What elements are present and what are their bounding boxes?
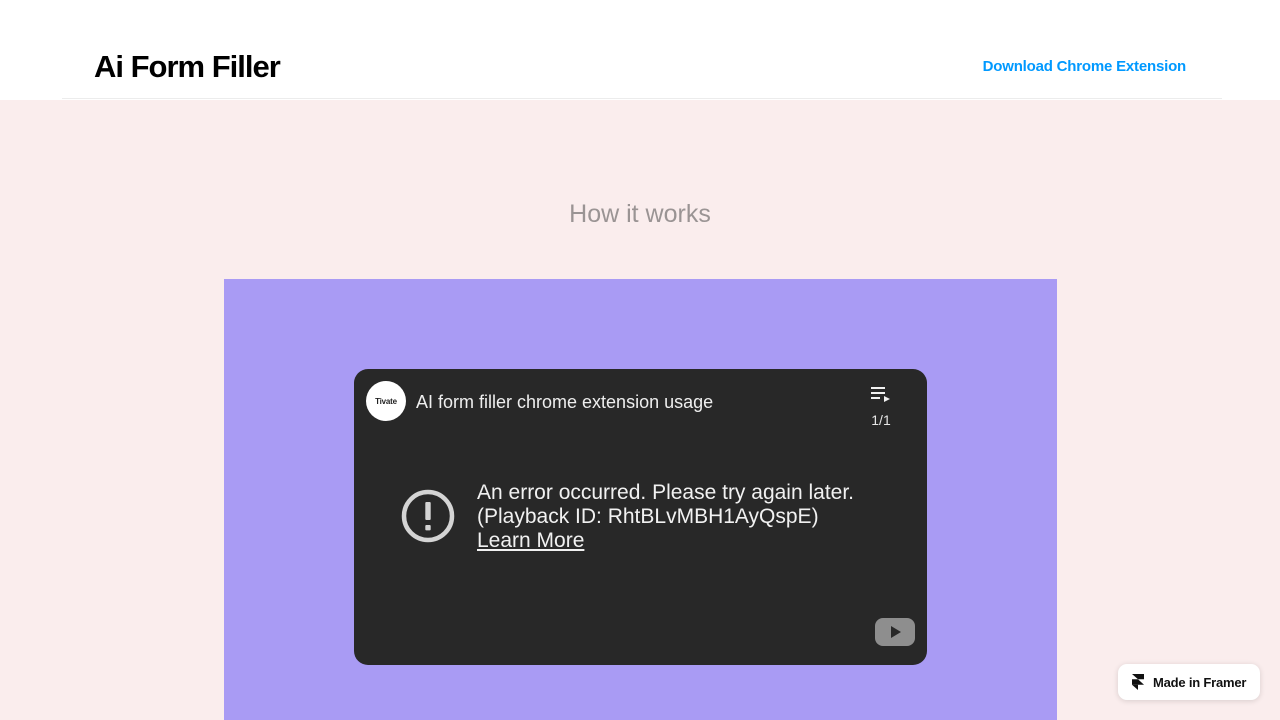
error-message-block: An error occurred. Please try again late… <box>477 481 854 553</box>
video-player[interactable]: Tivate AI form filler chrome extension u… <box>354 369 927 665</box>
download-chrome-extension-link[interactable]: Download Chrome Extension <box>983 57 1187 77</box>
youtube-logo-icon[interactable] <box>874 617 916 647</box>
channel-avatar-text: Tivate <box>375 396 397 406</box>
playlist-count: 1/1 <box>871 412 891 428</box>
playback-id: (Playback ID: RhtBLvMBH1AyQspE) <box>477 505 819 528</box>
made-in-framer-badge[interactable]: Made in Framer <box>1118 664 1260 700</box>
site-logo[interactable]: Ai Form Filler <box>94 48 281 86</box>
section-title: How it works <box>569 200 711 228</box>
error-message: An error occurred. Please try again late… <box>477 481 855 504</box>
framer-icon <box>1132 674 1144 690</box>
channel-avatar[interactable]: Tivate <box>366 381 406 421</box>
made-in-framer-label: Made in Framer <box>1153 674 1247 690</box>
site-header: Ai Form Filler Download Chrome Extension <box>0 0 1280 100</box>
video-title[interactable]: AI form filler chrome extension usage <box>416 391 713 413</box>
header-divider <box>62 98 1222 99</box>
learn-more-link[interactable]: Learn More <box>477 529 584 553</box>
playlist-icon[interactable] <box>870 385 892 403</box>
error-exclamation-icon <box>401 489 455 543</box>
video-panel: Tivate AI form filler chrome extension u… <box>224 279 1057 720</box>
main-section: How it works Tivate AI form filler chrom… <box>0 100 1280 720</box>
